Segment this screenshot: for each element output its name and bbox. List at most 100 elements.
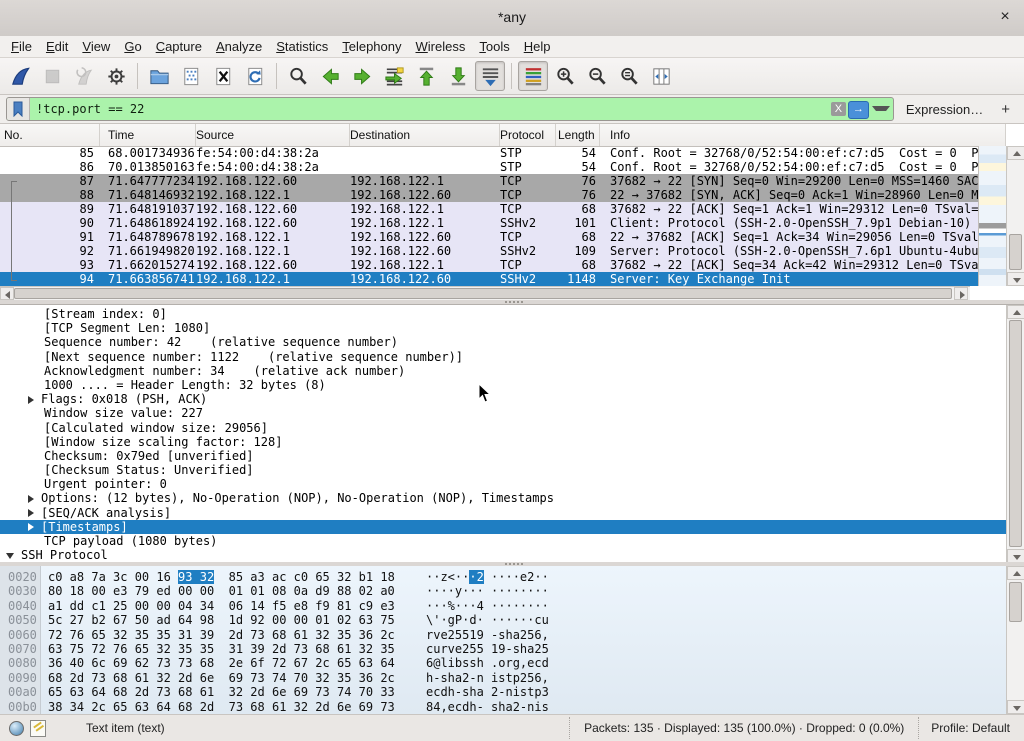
open-file-button[interactable]: [144, 61, 174, 91]
scroll-down-arrow-icon[interactable]: [1007, 272, 1024, 286]
detail-vscrollbar[interactable]: [1006, 305, 1024, 563]
hex-row-00a0[interactable]: 00a065 63 64 68 2d 73 68 61 32 2d 6e 69 …: [0, 685, 1006, 699]
detail-line[interactable]: Checksum: 0x79ed [unverified]: [0, 449, 1006, 463]
hex-row-00b0[interactable]: 00b038 34 2c 65 63 64 68 2d 73 68 61 32 …: [0, 700, 1006, 714]
clear-filter-button[interactable]: X: [831, 102, 846, 116]
menu-tools[interactable]: Tools: [472, 37, 516, 56]
menu-help[interactable]: Help: [517, 37, 558, 56]
hex-bytes[interactable]: c0 a8 7a 3c 00 16 93 32 85 a3 ac c0 65 3…: [40, 570, 402, 584]
packet-row-92[interactable]: 9271.661949820192.168.122.1192.168.122.6…: [0, 244, 1006, 258]
hex-bytes[interactable]: 5c 27 b2 67 50 ad 64 98 1d 92 00 00 01 0…: [40, 613, 402, 627]
detail-line[interactable]: [TCP Segment Len: 1080]: [0, 321, 1006, 335]
hex-bytes[interactable]: 68 2d 73 68 61 32 2d 6e 69 73 74 70 32 3…: [40, 671, 402, 685]
zoom-out-button[interactable]: [582, 61, 612, 91]
hex-row-0020[interactable]: 0020c0 a8 7a 3c 00 16 93 32 85 a3 ac c0 …: [0, 570, 1006, 584]
packet-list-vscrollbar[interactable]: [1006, 146, 1024, 286]
scroll-down-arrow-icon[interactable]: [1007, 700, 1024, 714]
column-header-info[interactable]: Info: [600, 124, 1006, 146]
hex-row-0090[interactable]: 009068 2d 73 68 61 32 2d 6e 69 73 74 70 …: [0, 671, 1006, 685]
collapsed-arrow-icon[interactable]: [28, 509, 34, 517]
ascii-bytes[interactable]: curve255 19-sha25: [402, 642, 549, 656]
ascii-bytes[interactable]: ecdh-sha 2-nistp3: [402, 685, 549, 699]
ascii-bytes[interactable]: h-sha2-n istp256,: [402, 671, 549, 685]
filter-history-caret[interactable]: [872, 106, 890, 111]
collapsed-arrow-icon[interactable]: [28, 523, 34, 531]
menu-go[interactable]: Go: [117, 37, 148, 56]
expanded-arrow-icon[interactable]: [6, 553, 14, 559]
expression-button[interactable]: Expression…: [906, 102, 983, 117]
add-filter-button[interactable]: +: [1001, 101, 1010, 118]
packet-row-93[interactable]: 9371.662015274192.168.122.60192.168.122.…: [0, 258, 1006, 272]
scroll-up-arrow-icon[interactable]: [1007, 566, 1024, 580]
ascii-bytes[interactable]: ····y··· ········: [402, 584, 549, 598]
column-header-protocol[interactable]: Protocol: [500, 124, 556, 146]
scroll-thumb[interactable]: [1009, 582, 1022, 622]
detail-line[interactable]: Flags: 0x018 (PSH, ACK): [0, 392, 1006, 406]
menu-edit[interactable]: Edit: [39, 37, 75, 56]
detail-line[interactable]: [Stream index: 0]: [0, 307, 1006, 321]
go-to-packet-button[interactable]: [379, 61, 409, 91]
packet-row-87[interactable]: 8771.647777234192.168.122.60192.168.122.…: [0, 174, 1006, 188]
menu-file[interactable]: File: [4, 37, 39, 56]
hex-row-0040[interactable]: 0040a1 dd c1 25 00 00 04 34 06 14 f5 e8 …: [0, 599, 1006, 613]
capture-comment-icon[interactable]: [30, 720, 46, 737]
detail-line[interactable]: [Window size scaling factor: 128]: [0, 435, 1006, 449]
menu-statistics[interactable]: Statistics: [269, 37, 335, 56]
hex-bytes[interactable]: 38 34 2c 65 63 64 68 2d 73 68 61 32 2d 6…: [40, 700, 402, 714]
ascii-bytes[interactable]: rve25519 -sha256,: [402, 628, 549, 642]
column-header-no[interactable]: No.: [0, 124, 100, 146]
packet-row-86[interactable]: 8670.013850163fe:54:00:d4:38:2aSTP54Conf…: [0, 160, 1006, 174]
save-file-button[interactable]: [176, 61, 206, 91]
hex-bytes[interactable]: 36 40 6c 69 62 73 73 68 2e 6f 72 67 2c 6…: [40, 656, 402, 670]
menu-capture[interactable]: Capture: [149, 37, 209, 56]
packet-row-91[interactable]: 9171.648789678192.168.122.1192.168.122.6…: [0, 230, 1006, 244]
packet-row-94[interactable]: 9471.663856741192.168.122.1192.168.122.6…: [0, 272, 1006, 286]
close-window-button[interactable]: ×: [996, 8, 1014, 26]
go-last-button[interactable]: [443, 61, 473, 91]
hex-row-0060[interactable]: 006072 76 65 32 35 35 31 39 2d 73 68 61 …: [0, 628, 1006, 642]
hscroll-thumb[interactable]: [14, 288, 952, 299]
ascii-bytes[interactable]: \'·gP·d· ······cu: [402, 613, 549, 627]
apply-filter-button[interactable]: →: [848, 101, 869, 119]
hex-bytes[interactable]: 72 76 65 32 35 35 31 39 2d 73 68 61 32 3…: [40, 628, 402, 642]
detail-line[interactable]: [SEQ/ACK analysis]: [0, 506, 1006, 520]
detail-line[interactable]: [Checksum Status: Unverified]: [0, 463, 1006, 477]
close-file-button[interactable]: [208, 61, 238, 91]
colorize-button[interactable]: [518, 61, 548, 91]
hex-row-0080[interactable]: 008036 40 6c 69 62 73 73 68 2e 6f 72 67 …: [0, 656, 1006, 670]
column-header-destination[interactable]: Destination: [350, 124, 500, 146]
hex-bytes[interactable]: a1 dd c1 25 00 00 04 34 06 14 f5 e8 f9 8…: [40, 599, 402, 613]
auto-scroll-button[interactable]: [475, 61, 505, 91]
filter-bookmark-button[interactable]: [7, 98, 30, 120]
expert-info-icon[interactable]: [9, 721, 24, 736]
ascii-bytes[interactable]: 84,ecdh- sha2-nis: [402, 700, 549, 714]
hex-row-0070[interactable]: 007063 75 72 76 65 32 35 35 31 39 2d 73 …: [0, 642, 1006, 656]
zoom-in-button[interactable]: [550, 61, 580, 91]
intelligent-scrollbar-minimap[interactable]: [978, 146, 1007, 286]
collapsed-arrow-icon[interactable]: [28, 396, 34, 404]
detail-line[interactable]: SSH Protocol: [0, 548, 1006, 562]
packet-row-85[interactable]: 8568.001734936fe:54:00:d4:38:2aSTP54Conf…: [0, 146, 1006, 160]
capture-options-button[interactable]: [101, 61, 131, 91]
profile-text[interactable]: Profile: Default: [918, 717, 1024, 739]
detail-line[interactable]: TCP payload (1080 bytes): [0, 534, 1006, 548]
detail-line[interactable]: Acknowledgment number: 34 (relative ack …: [0, 364, 1006, 378]
go-forward-button[interactable]: [347, 61, 377, 91]
go-back-button[interactable]: [315, 61, 345, 91]
scroll-up-arrow-icon[interactable]: [1007, 305, 1024, 319]
detail-line[interactable]: Sequence number: 42 (relative sequence n…: [0, 335, 1006, 349]
detail-line[interactable]: Window size value: 227: [0, 406, 1006, 420]
scroll-down-arrow-icon[interactable]: [1007, 549, 1024, 563]
go-first-button[interactable]: [411, 61, 441, 91]
column-header-time[interactable]: Time: [100, 124, 196, 146]
detail-line[interactable]: [Timestamps]: [0, 520, 1006, 534]
menu-view[interactable]: View: [75, 37, 117, 56]
column-header-length[interactable]: Length: [556, 124, 600, 146]
scroll-up-arrow-icon[interactable]: [1007, 146, 1024, 160]
collapsed-arrow-icon[interactable]: [28, 495, 34, 503]
detail-line[interactable]: Urgent pointer: 0: [0, 477, 1006, 491]
reload-file-button[interactable]: [240, 61, 270, 91]
ascii-bytes[interactable]: ···%···4 ········: [402, 599, 549, 613]
hex-bytes[interactable]: 63 75 72 76 65 32 35 35 31 39 2d 73 68 6…: [40, 642, 402, 656]
hex-bytes[interactable]: 65 63 64 68 2d 73 68 61 32 2d 6e 69 73 7…: [40, 685, 402, 699]
